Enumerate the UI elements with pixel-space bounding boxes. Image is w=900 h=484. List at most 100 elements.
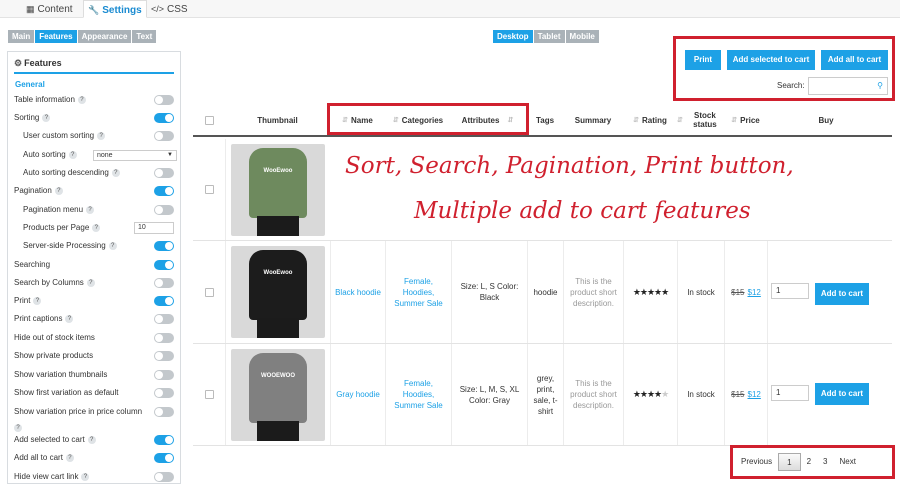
search-by-columns-toggle[interactable] (154, 278, 174, 288)
product-categories[interactable]: Female, Hoodies, Summer Sale (385, 344, 451, 445)
tab-settings[interactable]: 🔧 Settings (83, 0, 147, 18)
show-first-variation-toggle[interactable] (154, 388, 174, 398)
thumbnail-cell: WooEwoo (225, 139, 330, 240)
add-to-cart-button[interactable]: Add to cart (815, 383, 869, 405)
pagination-page-2[interactable]: 2 (801, 453, 817, 471)
help-icon[interactable]: ? (42, 113, 51, 122)
wrench-icon: 🔧 (88, 5, 100, 15)
tab-css[interactable]: </> CSS (147, 0, 192, 18)
setting-server-side-processing: Server-side Processing? (23, 238, 176, 254)
help-icon[interactable]: ? (54, 186, 63, 195)
show-variation-thumbnails-toggle[interactable] (154, 370, 174, 380)
tab-text[interactable]: Text (132, 30, 157, 43)
help-icon[interactable]: ? (68, 150, 77, 159)
help-icon[interactable]: ? (33, 296, 42, 305)
row-checkbox[interactable] (204, 287, 214, 297)
pagination-page-3[interactable]: 3 (817, 453, 833, 471)
row-checkbox[interactable] (204, 185, 214, 194)
help-icon[interactable]: ? (97, 131, 106, 140)
thumbnail-cell: WOOEWOO (225, 344, 330, 445)
hide-view-cart-link-toggle[interactable] (154, 472, 174, 482)
tab-tablet[interactable]: Tablet (533, 30, 565, 43)
show-private-products-toggle[interactable] (154, 351, 174, 361)
help-icon[interactable]: ? (77, 95, 86, 104)
row-checkbox-cell (193, 344, 225, 445)
column-tags[interactable]: Tags (527, 103, 563, 137)
help-icon[interactable]: ? (65, 314, 74, 323)
column-stock-status[interactable]: ⇵ Stock status (677, 103, 724, 137)
hide-out-of-stock-toggle[interactable] (154, 333, 174, 343)
product-thumbnail[interactable]: WooEwoo (231, 246, 325, 338)
pagination-previous[interactable]: Previous (735, 453, 778, 471)
hoodie-image (249, 352, 307, 423)
add-selected-to-cart-button[interactable]: Add selected to cart (727, 50, 815, 70)
sorting-toggle[interactable] (154, 113, 174, 123)
column-summary[interactable]: Summary (563, 103, 623, 137)
quantity-input[interactable]: 1 (771, 283, 809, 299)
show-variation-price-toggle[interactable] (154, 407, 174, 417)
hoodie-image (249, 250, 307, 320)
help-icon[interactable]: ? (81, 472, 90, 481)
help-icon[interactable]: ? (86, 278, 95, 287)
add-to-cart-button[interactable]: Add to cart (815, 283, 869, 305)
column-rating[interactable]: ⇵ Rating (623, 103, 677, 137)
select-all-checkbox-cell (193, 103, 225, 137)
help-icon[interactable]: ? (65, 453, 74, 462)
sort-icon: ⇵ (677, 117, 683, 124)
pagination-page-1[interactable]: 1 (778, 453, 801, 471)
product-name-link[interactable]: Black hoodie (330, 241, 385, 343)
pagination-toggle[interactable] (154, 186, 174, 196)
tab-appearance[interactable]: Appearance (77, 30, 132, 43)
cogs-icon: ⚙ (14, 58, 23, 68)
pagination-next[interactable]: Next (833, 453, 861, 471)
user-custom-sorting-toggle[interactable] (154, 131, 174, 141)
add-all-to-cart-toggle[interactable] (154, 453, 174, 463)
help-icon[interactable]: ? (108, 241, 117, 250)
product-categories[interactable]: Female, Hoodies, Summer Sale (385, 241, 451, 343)
search-input[interactable]: ⚲ (808, 77, 888, 95)
help-icon[interactable]: ? (87, 435, 96, 444)
add-all-to-cart-button[interactable]: Add all to cart (821, 50, 888, 70)
pagination-menu-toggle[interactable] (154, 205, 174, 215)
help-icon[interactable]: ? (111, 168, 120, 177)
help-icon[interactable]: ? (92, 223, 101, 232)
auto-sorting-select[interactable]: none ▼ (93, 150, 177, 161)
setting-table-information: Table information? (14, 92, 176, 108)
print-button[interactable]: Print (685, 50, 721, 70)
annotation-line-2: Multiple add to cart features (414, 198, 751, 224)
product-thumbnail[interactable]: WOOEWOO (231, 348, 325, 441)
row-checkbox-cell (193, 241, 225, 343)
product-thumbnail[interactable]: WooEwoo (231, 143, 325, 236)
auto-sorting-descending-toggle[interactable] (154, 168, 174, 178)
products-per-page-input[interactable]: 10 (134, 222, 174, 234)
tab-features[interactable]: Features (35, 30, 77, 43)
help-icon[interactable]: ? (14, 423, 22, 432)
searching-toggle[interactable] (154, 260, 174, 270)
tab-mobile[interactable]: Mobile (565, 30, 599, 43)
setting-add-selected-to-cart: Add selected to cart? (14, 432, 176, 448)
help-icon[interactable]: ? (86, 205, 95, 214)
print-toggle[interactable] (154, 296, 174, 306)
quantity-input[interactable]: 1 (771, 385, 809, 401)
select-all-checkbox[interactable] (204, 115, 214, 125)
server-side-processing-toggle[interactable] (154, 241, 174, 251)
print-captions-toggle[interactable] (154, 314, 174, 324)
add-selected-to-cart-toggle[interactable] (154, 435, 174, 445)
product-attributes: Size: L, M, S, XL Color: Gray (451, 344, 527, 445)
pagination: Previous 1 2 3 Next (735, 451, 862, 473)
row-checkbox-cell (193, 139, 225, 240)
column-price[interactable]: ⇵ Price (724, 103, 767, 137)
setting-show-variation-thumbnails: Show variation thumbnails (14, 367, 176, 383)
column-thumbnail: Thumbnail (257, 115, 298, 125)
row-checkbox[interactable] (204, 390, 214, 399)
setting-hide-out-of-stock: Hide out of stock items (14, 330, 176, 346)
product-attributes: Size: L, S Color: Black (451, 241, 527, 343)
product-name-link[interactable]: Gray hoodie (330, 344, 385, 445)
editor-tabs: ▦ Content 🔧 Settings </> CSS (0, 0, 900, 18)
setting-pagination: Pagination? (14, 183, 176, 199)
table-information-toggle[interactable] (154, 95, 174, 105)
product-stock-status: In stock (677, 344, 724, 445)
tab-main[interactable]: Main (8, 30, 35, 43)
tab-desktop[interactable]: Desktop (493, 30, 533, 43)
tab-content[interactable]: ▦ Content (22, 0, 77, 18)
